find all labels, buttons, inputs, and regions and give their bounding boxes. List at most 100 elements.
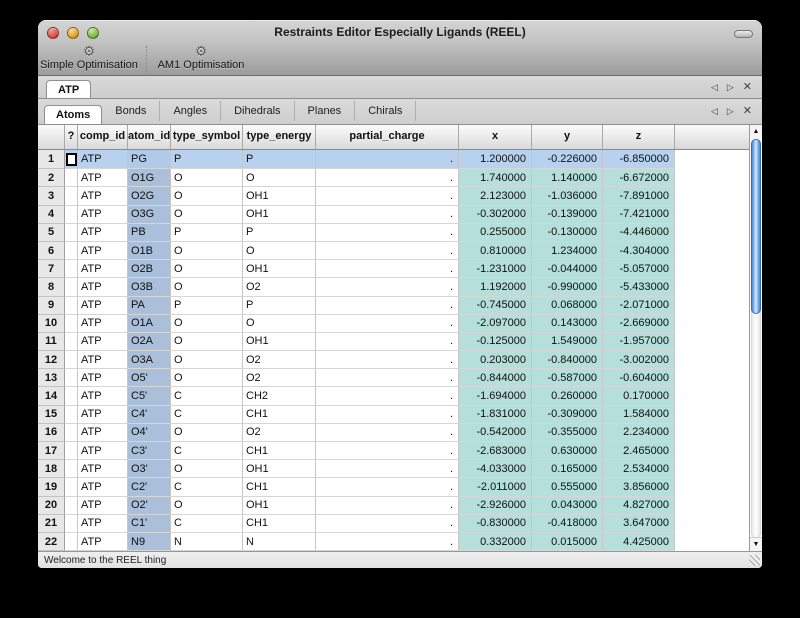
cell-atom-id[interactable]: O1G [128, 169, 171, 187]
cell-comp-id[interactable]: ATP [78, 533, 128, 551]
cell-z[interactable]: 1.584000 [603, 406, 675, 424]
cell-blank[interactable] [65, 406, 78, 424]
cell-z[interactable]: -1.957000 [603, 333, 675, 351]
cell-blank[interactable] [65, 260, 78, 278]
row-number[interactable]: 2 [38, 169, 65, 187]
cell-z[interactable]: -7.421000 [603, 206, 675, 224]
cell-x[interactable]: -0.542000 [459, 424, 532, 442]
cell-partial-charge[interactable]: . [316, 206, 459, 224]
cell-y[interactable]: 0.260000 [532, 387, 603, 405]
cell-type-energy[interactable]: CH2 [243, 387, 316, 405]
cell-type-symbol[interactable]: P [171, 224, 243, 242]
cell-atom-id[interactable]: PG [128, 150, 171, 169]
cell-type-symbol[interactable]: O [171, 260, 243, 278]
cell-comp-id[interactable]: ATP [78, 442, 128, 460]
cell-type-symbol[interactable]: O [171, 187, 243, 205]
cell-comp-id[interactable]: ATP [78, 278, 128, 296]
cell-blank[interactable] [65, 497, 78, 515]
cell-atom-id[interactable]: O2' [128, 497, 171, 515]
row-number[interactable]: 6 [38, 242, 65, 260]
cell-comp-id[interactable]: ATP [78, 497, 128, 515]
tab-dihedrals[interactable]: Dihedrals [221, 101, 294, 121]
column-header-type-energy[interactable]: type_energy [243, 125, 316, 149]
cell-partial-charge[interactable]: . [316, 187, 459, 205]
minimize-window-button[interactable] [67, 27, 79, 39]
cell-x[interactable]: 1.192000 [459, 278, 532, 296]
cell-partial-charge[interactable]: . [316, 406, 459, 424]
cell-blank[interactable] [65, 169, 78, 187]
cell-y[interactable]: -0.309000 [532, 406, 603, 424]
cell-x[interactable]: 2.123000 [459, 187, 532, 205]
cell-z[interactable]: 3.647000 [603, 515, 675, 533]
cell-partial-charge[interactable]: . [316, 442, 459, 460]
row-number[interactable]: 17 [38, 442, 65, 460]
cell-atom-id[interactable]: C5' [128, 387, 171, 405]
cell-type-symbol[interactable]: C [171, 478, 243, 496]
cell-comp-id[interactable]: ATP [78, 333, 128, 351]
cell-z[interactable]: 2.234000 [603, 424, 675, 442]
cell-z[interactable]: 2.465000 [603, 442, 675, 460]
resize-grip[interactable] [749, 555, 760, 566]
column-header-atom-id[interactable]: atom_id [128, 125, 171, 149]
row-number[interactable]: 4 [38, 206, 65, 224]
cell-x[interactable]: -2.097000 [459, 315, 532, 333]
cell-y[interactable]: -0.990000 [532, 278, 603, 296]
cell-partial-charge[interactable]: . [316, 387, 459, 405]
column-header-comp-id[interactable]: comp_id [78, 125, 128, 149]
cell-atom-id[interactable]: C3' [128, 442, 171, 460]
cell-atom-id[interactable]: N9 [128, 533, 171, 551]
column-header-rownum[interactable] [38, 125, 65, 149]
cell-atom-id[interactable]: O2B [128, 260, 171, 278]
column-header-y[interactable]: y [532, 125, 603, 149]
cell-comp-id[interactable]: ATP [78, 150, 128, 169]
cell-blank[interactable] [65, 242, 78, 260]
cell-x[interactable]: 0.203000 [459, 351, 532, 369]
tab-scroll-left-icon[interactable]: ◁ [711, 83, 718, 92]
cell-partial-charge[interactable]: . [316, 333, 459, 351]
cell-z[interactable]: -2.071000 [603, 297, 675, 315]
cell-atom-id[interactable]: O2G [128, 187, 171, 205]
tab-angles[interactable]: Angles [160, 101, 221, 121]
cell-z[interactable]: -0.604000 [603, 369, 675, 387]
cell-comp-id[interactable]: ATP [78, 315, 128, 333]
cell-type-energy[interactable]: CH1 [243, 478, 316, 496]
cell-partial-charge[interactable]: . [316, 478, 459, 496]
cell-comp-id[interactable]: ATP [78, 187, 128, 205]
cell-comp-id[interactable]: ATP [78, 224, 128, 242]
cell-blank[interactable] [65, 333, 78, 351]
tab-planes[interactable]: Planes [295, 101, 356, 121]
cell-type-symbol[interactable]: C [171, 406, 243, 424]
cell-type-energy[interactable]: O2 [243, 369, 316, 387]
cell-type-energy[interactable]: O [243, 242, 316, 260]
cell-type-energy[interactable]: OH1 [243, 187, 316, 205]
cell-x[interactable]: -0.830000 [459, 515, 532, 533]
am1-optimisation-button[interactable]: ⚙ AM1 Optimisation [151, 45, 251, 75]
cell-partial-charge[interactable]: . [316, 297, 459, 315]
cell-type-energy[interactable]: N [243, 533, 316, 551]
cell-type-symbol[interactable]: O [171, 242, 243, 260]
cell-x[interactable]: -2.683000 [459, 442, 532, 460]
cell-type-energy[interactable]: CH1 [243, 515, 316, 533]
cell-comp-id[interactable]: ATP [78, 369, 128, 387]
cell-comp-id[interactable]: ATP [78, 242, 128, 260]
cell-y[interactable]: -0.840000 [532, 351, 603, 369]
cell-atom-id[interactable]: O3A [128, 351, 171, 369]
tab-close-icon[interactable]: ✕ [743, 106, 752, 117]
cell-y[interactable]: -0.044000 [532, 260, 603, 278]
cell-x[interactable]: -1.231000 [459, 260, 532, 278]
cell-x[interactable]: -0.125000 [459, 333, 532, 351]
cell-z[interactable]: 4.827000 [603, 497, 675, 515]
cell-type-symbol[interactable]: C [171, 387, 243, 405]
cell-partial-charge[interactable]: . [316, 150, 459, 169]
titlebar[interactable]: Restraints Editor Especially Ligands (RE… [38, 21, 762, 45]
cell-y[interactable]: -0.139000 [532, 206, 603, 224]
row-number[interactable]: 18 [38, 460, 65, 478]
cell-blank[interactable] [65, 387, 78, 405]
cell-partial-charge[interactable]: . [316, 497, 459, 515]
cell-type-symbol[interactable]: O [171, 460, 243, 478]
cell-x[interactable]: -0.745000 [459, 297, 532, 315]
cell-blank[interactable] [65, 460, 78, 478]
cell-partial-charge[interactable]: . [316, 260, 459, 278]
tab-close-icon[interactable]: ✕ [743, 82, 752, 93]
cell-type-energy[interactable]: O2 [243, 278, 316, 296]
